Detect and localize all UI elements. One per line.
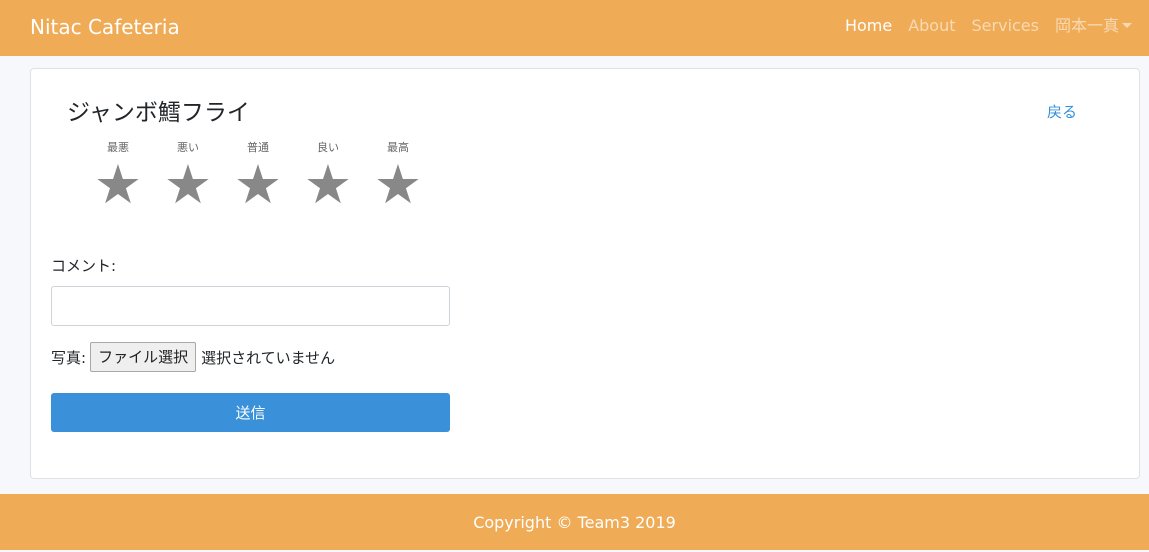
photo-label: 写真:	[51, 348, 87, 367]
rating-option-5: 最高 ★	[363, 141, 433, 213]
user-name: 岡本一真	[1054, 16, 1119, 35]
rating-option-2: 悪い ★	[153, 141, 223, 213]
rating-option-3: 普通 ★	[223, 141, 293, 213]
star-icon[interactable]: ★	[94, 157, 142, 213]
brand-link[interactable]: Nitac Cafeteria	[30, 13, 180, 41]
star-icon[interactable]: ★	[304, 157, 352, 213]
rating-option-4: 良い ★	[293, 141, 363, 213]
navbar: Nitac Cafeteria Home About Services 岡本一真	[0, 0, 1149, 56]
comment-label: コメント:	[51, 257, 117, 275]
star-icon[interactable]: ★	[374, 157, 422, 213]
back-link[interactable]: 戻る	[1047, 101, 1077, 122]
nav-home[interactable]: Home	[845, 15, 892, 37]
star-rating: 最悪 ★ 悪い ★ 普通 ★ 良い ★ 最高 ★	[83, 141, 433, 213]
submit-button[interactable]: 送信	[51, 393, 450, 432]
file-status: 選択されていません	[201, 348, 336, 367]
nav-about[interactable]: About	[908, 15, 955, 37]
comment-input[interactable]	[51, 286, 450, 326]
photo-row: 写真: ファイル選択 選択されていません	[51, 342, 335, 372]
chevron-down-icon	[1122, 22, 1132, 28]
file-select-button[interactable]: ファイル選択	[90, 342, 197, 372]
page-title: ジャンボ鱈フライ	[67, 100, 250, 126]
review-card: ジャンボ鱈フライ 戻る 最悪 ★ 悪い ★ 普通 ★ 良い ★ 最高 ★ コメン…	[30, 68, 1140, 479]
nav-links: Home About Services 岡本一真	[845, 15, 1132, 37]
copyright-text: Copyright © Team3 2019	[473, 512, 676, 532]
rating-option-1: 最悪 ★	[83, 141, 153, 213]
star-icon[interactable]: ★	[164, 157, 212, 213]
star-icon[interactable]: ★	[234, 157, 282, 213]
footer: Copyright © Team3 2019	[0, 494, 1149, 550]
user-dropdown[interactable]: 岡本一真	[1055, 15, 1132, 37]
nav-services[interactable]: Services	[972, 15, 1039, 37]
